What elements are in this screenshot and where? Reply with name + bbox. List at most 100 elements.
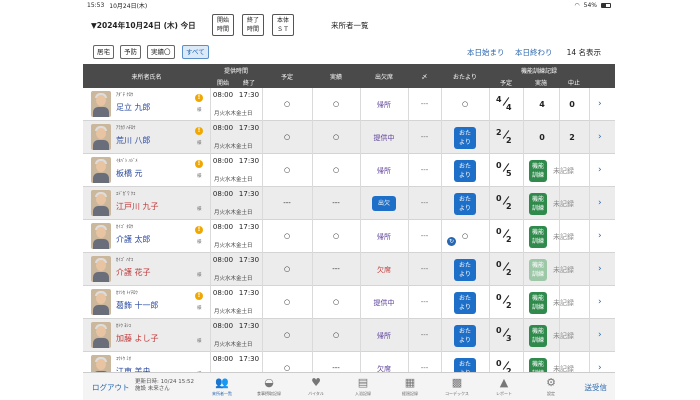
attendance-status[interactable]: 帰所 bbox=[360, 166, 408, 176]
yotei-mark[interactable]: ○ bbox=[262, 364, 312, 372]
resident-name[interactable]: 江戸川 九子 bbox=[116, 201, 159, 212]
start-time-button[interactable]: 開始 時間 bbox=[212, 14, 234, 36]
yotei-mark[interactable]: ○ bbox=[262, 298, 312, 306]
table-row[interactable]: ｶﾂｼｶ ﾄｲﾁﾛｳ 葛飾 十一郎! 様 08:00 17:30 月火水木金土日 ○ ○ 提供中… bbox=[83, 286, 615, 319]
yotei-mark[interactable]: --- bbox=[262, 199, 312, 207]
kinou-training-button[interactable]: 機能 訓練 bbox=[529, 259, 547, 281]
end-time[interactable]: 17:30 bbox=[236, 256, 262, 264]
resident-name[interactable]: 板橋 元 bbox=[116, 168, 143, 179]
start-time[interactable]: 08:00 bbox=[210, 223, 236, 231]
jisseki-mark[interactable]: --- bbox=[312, 364, 360, 372]
date-selector[interactable]: ▼2024年10月24日 (木) 今日 bbox=[91, 20, 196, 31]
jisseki-mark[interactable]: ○ bbox=[312, 232, 360, 240]
nav-heart[interactable]: ♥ バイタル bbox=[299, 376, 333, 397]
end-time[interactable]: 17:30 bbox=[236, 355, 262, 363]
attendance-status[interactable]: 帰所 bbox=[360, 100, 408, 110]
end-time[interactable]: 17:30 bbox=[236, 289, 262, 297]
resident-name[interactable]: 加藤 よし子 bbox=[116, 333, 159, 344]
table-row[interactable]: ｶｲｺﾞ ﾊﾅｺ 介護 花子様 08:00 17:30 月火水木金土日 ○ --- 欠席 ---… bbox=[83, 253, 615, 286]
start-time[interactable]: 08:00 bbox=[210, 256, 236, 264]
today-end-link[interactable]: 本日終わり bbox=[515, 47, 553, 58]
chevron-right-icon[interactable]: › bbox=[598, 99, 602, 109]
table-row[interactable]: ｴﾄﾞｶﾞﾜ ｸｺ 江戸川 九子様 08:00 17:30 月火水木金土日 --- --- 出… bbox=[83, 187, 615, 220]
otayori-button[interactable]: おた より bbox=[454, 193, 476, 215]
chevron-right-icon[interactable]: › bbox=[598, 231, 602, 241]
end-time[interactable]: 17:30 bbox=[236, 91, 262, 99]
kinou-training-button[interactable]: 機能 訓練 bbox=[529, 226, 547, 248]
start-time[interactable]: 08:00 bbox=[210, 289, 236, 297]
nav-bath[interactable]: ▤ 入浴記録 bbox=[346, 376, 380, 397]
jisseki-mark[interactable]: --- bbox=[312, 199, 360, 207]
attendance-status[interactable]: 提供中 bbox=[360, 133, 408, 143]
jisseki-mark[interactable]: ○ bbox=[312, 100, 360, 108]
nav-notebook[interactable]: ▦ 経過記録 bbox=[393, 376, 427, 397]
resident-name[interactable]: 荒川 八郎 bbox=[116, 135, 151, 146]
table-row[interactable]: ｶﾄｳ ﾖｼｺ 加藤 よし子様 08:00 17:30 月火水木金土日 ○ ○ 帰所 --- おた… bbox=[83, 319, 615, 352]
otayori-button[interactable]: おた より bbox=[454, 292, 476, 314]
chevron-right-icon[interactable]: › bbox=[598, 132, 602, 142]
chevron-right-icon[interactable]: › bbox=[598, 165, 602, 175]
filter-yobou[interactable]: 予防 bbox=[120, 45, 141, 59]
end-time[interactable]: 17:30 bbox=[236, 223, 262, 231]
otayori-button[interactable]: おた より bbox=[454, 325, 476, 347]
chevron-right-icon[interactable]: › bbox=[598, 264, 602, 274]
alert-icon[interactable]: ! bbox=[195, 127, 203, 135]
start-time[interactable]: 08:00 bbox=[210, 91, 236, 99]
table-row[interactable]: ｱﾀﾞﾁ ｸﾛｳ 足立 九郎! 様 08:00 17:30 月火水木金土日 ○ ○ 帰所 --- ○… bbox=[83, 88, 615, 121]
table-row[interactable]: ｶｲｺﾞ ﾀﾛｳ 介護 太郎! 様 08:00 17:30 月火水木金土日 ○ ○ 帰所 --- ○… bbox=[83, 220, 615, 253]
resident-name[interactable]: 足立 九郎 bbox=[116, 102, 151, 113]
alert-icon[interactable]: ! bbox=[195, 226, 203, 234]
jisseki-mark[interactable]: ○ bbox=[312, 331, 360, 339]
drag-handle-icon[interactable]: ↻ bbox=[447, 237, 456, 246]
table-row[interactable]: ｲﾀﾊﾞｼ ﾊｼﾞﾒ 板橋 元! 様 08:00 17:30 月火水木金土日 ○ ○ 帰所 ---… bbox=[83, 154, 615, 187]
jisseki-mark[interactable]: ○ bbox=[312, 298, 360, 306]
body-st-button[interactable]: 本体 ＳＴ bbox=[272, 14, 294, 36]
alert-icon[interactable]: ! bbox=[195, 292, 203, 300]
yotei-mark[interactable]: ○ bbox=[262, 133, 312, 141]
jisseki-mark[interactable]: ○ bbox=[312, 166, 360, 174]
nav-bowl[interactable]: ◒ 食事摂取記録 bbox=[252, 376, 286, 397]
start-time[interactable]: 08:00 bbox=[210, 355, 236, 363]
start-time[interactable]: 08:00 bbox=[210, 190, 236, 198]
chevron-right-icon[interactable]: › bbox=[598, 198, 602, 208]
attendance-status[interactable]: 帰所 bbox=[360, 232, 408, 242]
end-time-button[interactable]: 終了 時間 bbox=[242, 14, 264, 36]
start-time[interactable]: 08:00 bbox=[210, 322, 236, 330]
filter-jisseki[interactable]: 実績〇 bbox=[147, 45, 175, 59]
otayori-button[interactable]: おた より bbox=[454, 160, 476, 182]
end-time[interactable]: 17:30 bbox=[236, 124, 262, 132]
start-time[interactable]: 08:00 bbox=[210, 124, 236, 132]
end-time[interactable]: 17:30 bbox=[236, 322, 262, 330]
nav-grid[interactable]: ▩ コーデックス bbox=[440, 376, 474, 397]
alert-icon[interactable]: ! bbox=[195, 94, 203, 102]
yotei-mark[interactable]: ○ bbox=[262, 166, 312, 174]
nav-warning[interactable]: ▲ レポート bbox=[487, 376, 521, 397]
end-time[interactable]: 17:30 bbox=[236, 157, 262, 165]
kinou-training-button[interactable]: 機能 訓練 bbox=[529, 325, 547, 347]
chevron-right-icon[interactable]: › bbox=[598, 330, 602, 340]
resident-name[interactable]: 介護 太郎 bbox=[116, 234, 151, 245]
nav-gear[interactable]: ⚙ 設定 bbox=[534, 376, 568, 397]
attendance-status[interactable]: 欠席 bbox=[360, 265, 408, 275]
logout-button[interactable]: ログアウト bbox=[92, 382, 130, 393]
yotei-mark[interactable]: ○ bbox=[262, 331, 312, 339]
alert-icon[interactable]: ! bbox=[195, 160, 203, 168]
chevron-right-icon[interactable]: › bbox=[598, 297, 602, 307]
filter-all[interactable]: すべて bbox=[182, 45, 209, 59]
table-row[interactable]: ｱﾗｶﾜ ﾊﾁﾛｳ 荒川 八郎! 様 08:00 17:30 月火水木金土日 ○ ○ 提供中 --… bbox=[83, 121, 615, 154]
attendance-button[interactable]: 出欠 bbox=[372, 196, 396, 211]
yotei-mark[interactable]: ○ bbox=[262, 100, 312, 108]
attendance-status[interactable]: 提供中 bbox=[360, 298, 408, 308]
resident-name[interactable]: 介護 花子 bbox=[116, 267, 151, 278]
otayori-button[interactable]: おた より bbox=[454, 127, 476, 149]
send-receive-button[interactable]: 送受信 bbox=[585, 382, 608, 393]
resident-name[interactable]: 葛飾 十一郎 bbox=[116, 300, 159, 311]
kinou-training-button[interactable]: 機能 訓練 bbox=[529, 160, 547, 182]
today-start-link[interactable]: 本日始まり bbox=[467, 47, 505, 58]
end-time[interactable]: 17:30 bbox=[236, 190, 262, 198]
otayori-button[interactable]: おた より bbox=[454, 259, 476, 281]
attendance-status[interactable]: 帰所 bbox=[360, 331, 408, 341]
kinou-training-button[interactable]: 機能 訓練 bbox=[529, 292, 547, 314]
jisseki-mark[interactable]: ○ bbox=[312, 133, 360, 141]
otayori-mark[interactable]: ○ bbox=[441, 100, 489, 108]
